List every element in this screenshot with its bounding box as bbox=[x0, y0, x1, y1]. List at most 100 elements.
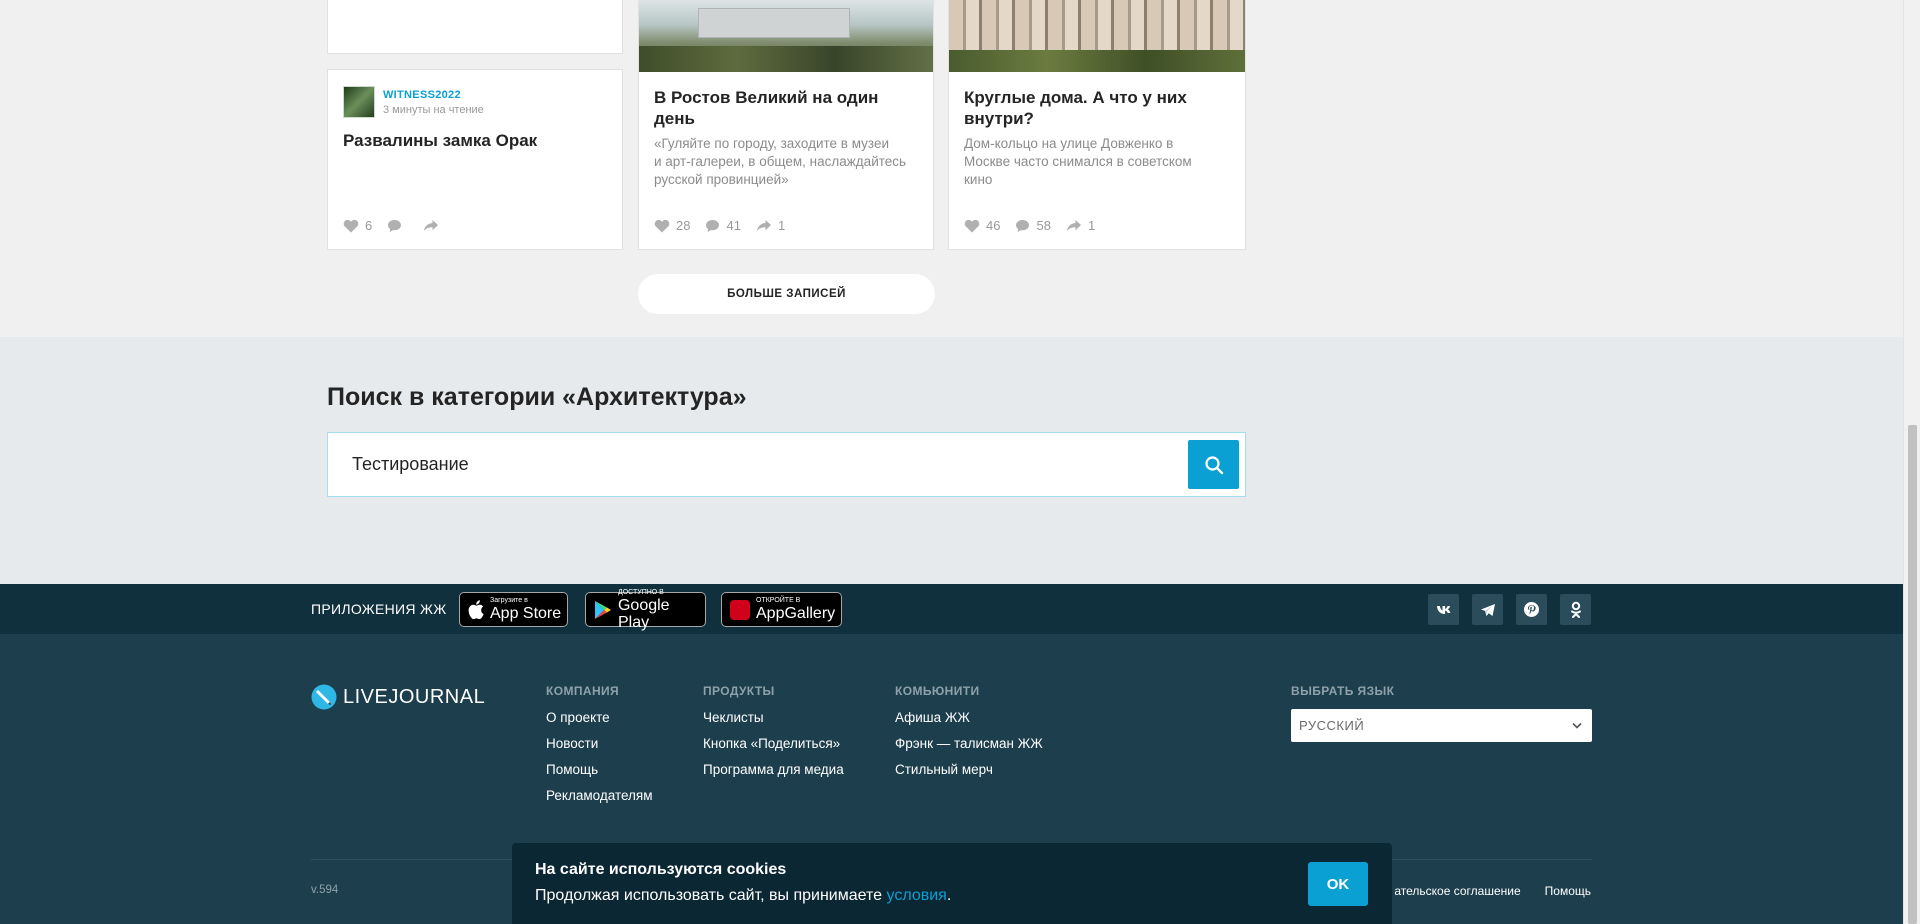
products-heading: ПРОДУКТЫ bbox=[703, 684, 775, 698]
category-search-section: Поиск в категории «Архитектура» bbox=[0, 337, 1903, 584]
comment-button[interactable]: 41 bbox=[705, 218, 741, 233]
footer-link[interactable]: Фрэнк — талисман ЖЖ bbox=[895, 736, 1043, 751]
googleplay-small-text: ДОСТУПНО В bbox=[617, 588, 664, 596]
like-count: 6 bbox=[365, 218, 373, 233]
more-posts-button[interactable]: БОЛЬШЕ ЗАПИСЕЙ bbox=[638, 274, 935, 314]
apps-label: ПРИЛОЖЕНИЯ ЖЖ bbox=[311, 601, 447, 617]
footer-link[interactable]: Чеклисты bbox=[703, 710, 844, 725]
footer-link[interactable]: Стильный мерч bbox=[895, 762, 1043, 777]
odnoklassniki-icon[interactable] bbox=[1560, 594, 1591, 625]
user-agreement-link[interactable]: ательское соглашение bbox=[1394, 884, 1520, 898]
read-time: 3 минуты на чтение bbox=[383, 103, 484, 116]
search-input[interactable] bbox=[352, 433, 1172, 496]
comment-count: 41 bbox=[726, 218, 741, 233]
livejournal-logo[interactable]: LIVEJOURNAL bbox=[311, 684, 485, 710]
footer-link[interactable]: О проекте bbox=[546, 710, 653, 725]
footer-products-column: ПРОДУКТЫ Чеклисты Кнопка «Поделиться» Пр… bbox=[703, 684, 844, 788]
community-heading: КОМЬЮНИТИ bbox=[895, 684, 980, 698]
post-excerpt: «Гуляйте по городу, заходите в музеи и а… bbox=[654, 136, 907, 187]
share-count: 1 bbox=[777, 218, 786, 233]
company-heading: КОМПАНИЯ bbox=[546, 684, 620, 698]
footer-link[interactable]: Кнопка «Поделиться» bbox=[703, 736, 844, 751]
appgallery-small-text: ОТКРОЙТЕ В bbox=[756, 597, 801, 604]
footer-link[interactable]: Рекламодателям bbox=[546, 788, 653, 803]
post-title[interactable]: Круглые дома. А что у них внутри? bbox=[964, 87, 1234, 129]
huawei-icon bbox=[730, 599, 750, 620]
post-image[interactable] bbox=[949, 0, 1245, 72]
post-stats: 46 58 1 bbox=[964, 218, 1110, 233]
heart-icon bbox=[654, 219, 670, 232]
post-title[interactable]: В Ростов Великий на один день bbox=[654, 87, 924, 129]
footer-link[interactable]: Новости bbox=[546, 736, 653, 751]
cookie-title: На сайте используются cookies bbox=[535, 861, 787, 878]
posts-grid: WITNESS2022 3 минуты на чтение Развалины… bbox=[327, 0, 1247, 250]
chevron-down-icon bbox=[1572, 722, 1582, 729]
author-avatar[interactable] bbox=[343, 86, 375, 118]
footer-community-column: КОМЬЮНИТИ Афиша ЖЖ Фрэнк — талисман ЖЖ С… bbox=[895, 684, 1043, 788]
post-card[interactable]: WITNESS2022 3 минуты на чтение Развалины… bbox=[327, 69, 623, 250]
post-author[interactable]: WITNESS2022 3 минуты на чтение bbox=[343, 86, 484, 118]
post-card[interactable]: Круглые дома. А что у них внутри? Дом-ко… bbox=[948, 0, 1246, 250]
vk-icon[interactable] bbox=[1428, 594, 1459, 625]
appstore-small-text: Загрузите в bbox=[490, 597, 528, 604]
like-button[interactable]: 28 bbox=[654, 218, 690, 233]
appstore-badge[interactable]: Загрузите в App Store bbox=[459, 592, 568, 627]
footer-language-column: ВЫБРАТЬ ЯЗЫК bbox=[1291, 684, 1394, 710]
author-name[interactable]: WITNESS2022 bbox=[383, 89, 484, 101]
post-excerpt: Дом-кольцо на улице Довженко в Москве ча… bbox=[964, 136, 1192, 187]
post-card[interactable]: В Ростов Великий на один день «Гуляйте п… bbox=[638, 0, 934, 250]
post-stats: 28 41 1 bbox=[654, 218, 800, 233]
like-count: 46 bbox=[986, 218, 1001, 233]
share-count: 1 bbox=[1087, 218, 1096, 233]
post-stats: 6 bbox=[343, 218, 460, 233]
share-icon bbox=[1066, 220, 1081, 231]
version-label: v.594 bbox=[311, 884, 339, 896]
share-button[interactable]: 1 bbox=[756, 218, 785, 233]
heart-icon bbox=[964, 219, 980, 232]
footer-link[interactable]: Программа для медиа bbox=[703, 762, 844, 777]
appgallery-big-text: AppGallery bbox=[756, 605, 836, 622]
googleplay-big-text: Google Play bbox=[617, 596, 670, 631]
footer-link[interactable]: Афиша ЖЖ bbox=[895, 710, 1043, 725]
search-box bbox=[327, 432, 1246, 497]
googleplay-badge[interactable]: ДОСТУПНО В Google Play bbox=[585, 588, 706, 631]
cookie-terms-link[interactable]: условия bbox=[887, 887, 947, 904]
cookie-banner: На сайте используются cookies Продолжая … bbox=[512, 843, 1392, 924]
google-play-icon bbox=[594, 600, 611, 619]
cookie-ok-button[interactable]: OK bbox=[1308, 862, 1368, 906]
appgallery-badge[interactable]: ОТКРОЙТЕ В AppGallery bbox=[721, 592, 842, 627]
post-card[interactable] bbox=[327, 0, 623, 54]
like-button[interactable]: 46 bbox=[964, 218, 1000, 233]
footer-company-column: КОМПАНИЯ О проекте Новости Помощь Реклам… bbox=[546, 684, 653, 814]
share-icon bbox=[424, 220, 439, 231]
comment-button[interactable]: 58 bbox=[1015, 218, 1051, 233]
language-heading: ВЫБРАТЬ ЯЗЫК bbox=[1291, 684, 1395, 698]
post-title[interactable]: Развалины замка Орак bbox=[343, 130, 537, 151]
comment-button[interactable] bbox=[387, 219, 408, 233]
logo-text: LIVEJOURNAL bbox=[343, 685, 486, 708]
language-selected: РУССКИЙ bbox=[1299, 718, 1365, 733]
cookie-text: Продолжая использовать сайт, вы принимае… bbox=[535, 887, 952, 904]
help-link[interactable]: Помощь bbox=[1545, 884, 1591, 898]
apps-bar: ПРИЛОЖЕНИЯ ЖЖ Загрузите в App Store ДОСТ… bbox=[0, 584, 1903, 634]
footer-link[interactable]: Помощь bbox=[546, 762, 653, 777]
search-button[interactable] bbox=[1188, 440, 1239, 489]
comment-icon bbox=[1016, 219, 1030, 232]
share-icon bbox=[756, 220, 771, 231]
share-button[interactable] bbox=[423, 219, 445, 232]
telegram-icon[interactable] bbox=[1472, 594, 1503, 625]
comment-icon bbox=[706, 219, 720, 232]
search-icon bbox=[1204, 455, 1223, 474]
language-select[interactable]: РУССКИЙ bbox=[1291, 709, 1592, 742]
page-scrollbar[interactable] bbox=[1903, 0, 1920, 924]
like-button[interactable]: 6 bbox=[343, 218, 372, 233]
livejournal-logo-icon bbox=[311, 684, 337, 710]
like-count: 28 bbox=[676, 218, 691, 233]
pinterest-icon[interactable] bbox=[1516, 594, 1547, 625]
post-image[interactable] bbox=[639, 0, 933, 72]
apple-icon bbox=[468, 600, 484, 619]
share-button[interactable]: 1 bbox=[1066, 218, 1095, 233]
comment-icon bbox=[388, 219, 402, 232]
appstore-big-text: App Store bbox=[490, 605, 562, 622]
scrollbar-thumb[interactable] bbox=[1908, 425, 1917, 924]
